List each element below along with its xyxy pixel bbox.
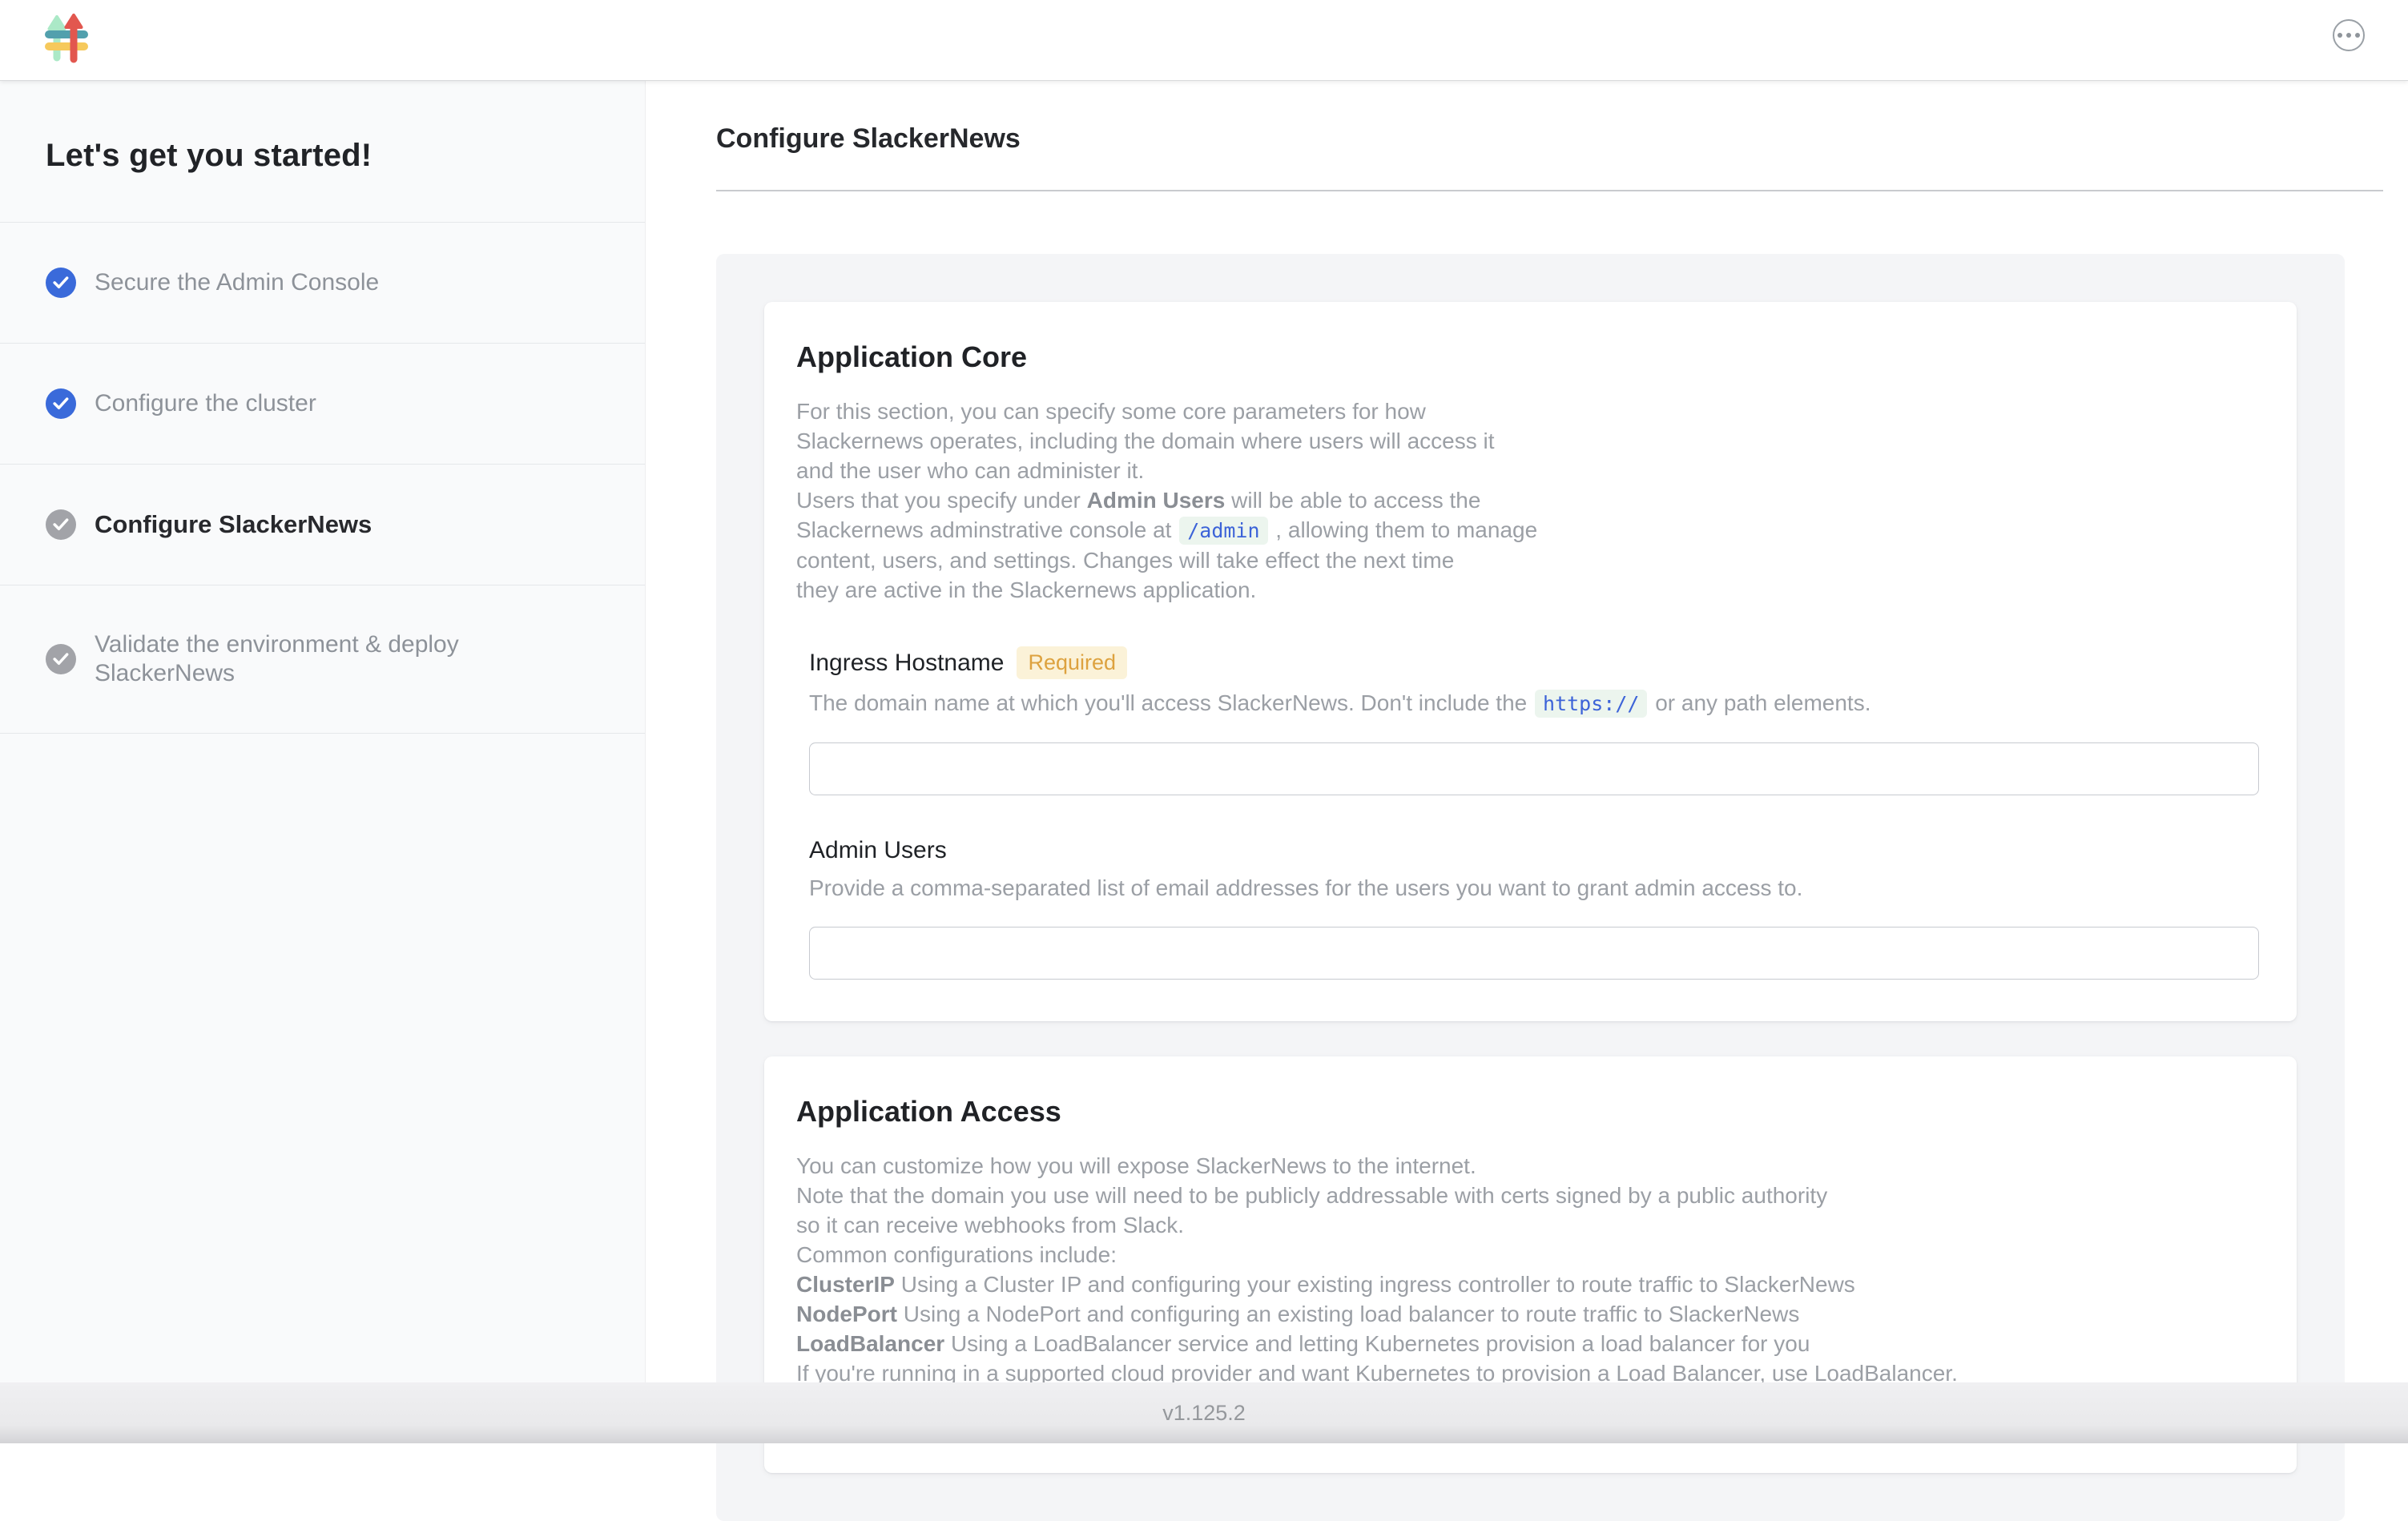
admin-users-field-group: Admin Users Provide a comma-separated lis… (809, 837, 2265, 980)
ingress-hostname-help: The domain name at which you'll access S… (809, 687, 2265, 720)
bold-text: NodePort (796, 1302, 897, 1326)
sidebar-title: Let's get you started! (46, 138, 599, 174)
text-run: Note that the domain you use will need t… (796, 1183, 1827, 1208)
step-label: Secure the Admin Console (95, 268, 379, 297)
text-line: and the user who can administer it. (796, 456, 2265, 485)
bold-text: LoadBalancer (796, 1331, 944, 1356)
version-label: v1.125.2 (1162, 1401, 1246, 1426)
text-run: Using a NodePort and configuring an exis… (897, 1302, 1799, 1326)
text-run: The domain name at which you'll access S… (809, 690, 1533, 715)
text-run: will be able to access the (1225, 488, 1480, 513)
bold-text: ClusterIP (796, 1272, 895, 1297)
overflow-menu-button[interactable] (2333, 19, 2365, 51)
text-run: Common configurations include: (796, 1242, 1117, 1267)
text-run: Using a LoadBalancer service and letting… (944, 1331, 1810, 1356)
text-run: For this section, you can specify some c… (796, 399, 1426, 424)
text-run: , allowing them to manage (1270, 517, 1538, 542)
text-line: LoadBalancer Using a LoadBalancer servic… (796, 1329, 2265, 1358)
text-run: Slackernews operates, including the doma… (796, 429, 1495, 453)
page-title: Configure SlackerNews (716, 80, 2383, 155)
setup-steps-sidebar: Let's get you started! Secure the Admin … (0, 80, 646, 1382)
step-check-icon (46, 509, 76, 540)
required-badge: Required (1017, 646, 1127, 679)
application-core-card: Application Core For this section, you c… (764, 302, 2297, 1021)
step-list: Secure the Admin Console Configure the cl… (0, 222, 645, 734)
ellipsis-icon (2346, 33, 2351, 38)
ingress-hostname-field-group: Ingress HostnameRequired The domain name … (809, 646, 2265, 795)
admin-users-help: Provide a comma-separated list of email … (809, 872, 2265, 904)
title-divider (716, 190, 2383, 191)
version-footer: v1.125.2 (0, 1382, 2408, 1443)
config-panel: Application Core For this section, you c… (716, 254, 2345, 1521)
text-line: they are active in the Slackernews appli… (796, 575, 2265, 605)
ingress-hostname-label: Ingress HostnameRequired (809, 646, 2265, 679)
ellipsis-icon (2338, 33, 2342, 38)
card-title: Application Core (796, 340, 2265, 374)
step-check-icon (46, 268, 76, 298)
text-run: content, users, and settings. Changes wi… (796, 548, 1454, 573)
card-title: Application Access (796, 1095, 2265, 1129)
text-line: NodePort Using a NodePort and configurin… (796, 1299, 2265, 1329)
step-label: Configure the cluster (95, 389, 316, 418)
card-intro: For this section, you can specify some c… (796, 396, 2265, 605)
text-line: Slackernews adminstrative console at /ad… (796, 515, 2265, 545)
step-label: Configure SlackerNews (95, 509, 372, 539)
sidebar-header: Let's get you started! (0, 80, 645, 222)
text-line: Slackernews operates, including the doma… (796, 426, 2265, 456)
text-run: Slackernews adminstrative console at (796, 517, 1178, 542)
step-check-icon (46, 644, 76, 674)
step-check-icon (46, 388, 76, 419)
admin-users-input[interactable] (809, 927, 2259, 980)
text-run: they are active in the Slackernews appli… (796, 577, 1256, 602)
sidebar-step-configure-the-cluster[interactable]: Configure the cluster (0, 343, 645, 464)
step-label: Validate the environment & deploy Slacke… (95, 630, 575, 688)
slackernews-logo-icon (45, 13, 88, 66)
top-header (0, 0, 2408, 81)
text-run: Using a Cluster IP and configuring your … (895, 1272, 1855, 1297)
inline-code-chip: /admin (1179, 517, 1267, 545)
text-line: You can customize how you will expose Sl… (796, 1151, 2265, 1181)
bold-text: Admin Users (1087, 488, 1226, 513)
text-run: Provide a comma-separated list of email … (809, 875, 1802, 900)
text-line: Common configurations include: (796, 1240, 2265, 1270)
main-content: Configure SlackerNews Application Core F… (646, 80, 2408, 1443)
text-run: Users that you specify under (796, 488, 1087, 513)
sidebar-step-secure-the-admin-console[interactable]: Secure the Admin Console (0, 222, 645, 343)
ingress-hostname-input[interactable] (809, 742, 2259, 795)
text-run: You can customize how you will expose Sl… (796, 1153, 1476, 1178)
text-run: or any path elements. (1649, 690, 1870, 715)
text-line: Users that you specify under Admin Users… (796, 485, 2265, 515)
text-line: content, users, and settings. Changes wi… (796, 545, 2265, 575)
text-line: so it can receive webhooks from Slack. (796, 1210, 2265, 1240)
text-line: ClusterIP Using a Cluster IP and configu… (796, 1270, 2265, 1299)
sidebar-step-validate-the-environment-deploy-slackernews[interactable]: Validate the environment & deploy Slacke… (0, 585, 645, 734)
admin-users-label: Admin Users (809, 837, 2265, 864)
text-line: For this section, you can specify some c… (796, 396, 2265, 426)
text-run: so it can receive webhooks from Slack. (796, 1213, 1184, 1237)
inline-code-chip: https:// (1535, 690, 1647, 718)
sidebar-step-configure-slackernews[interactable]: Configure SlackerNews (0, 464, 645, 585)
form-fields: Ingress HostnameRequired The domain name … (796, 646, 2265, 980)
ellipsis-icon (2355, 33, 2360, 38)
text-line: Note that the domain you use will need t… (796, 1181, 2265, 1210)
card-intro: You can customize how you will expose Sl… (796, 1151, 2265, 1388)
text-run: and the user who can administer it. (796, 458, 1144, 483)
